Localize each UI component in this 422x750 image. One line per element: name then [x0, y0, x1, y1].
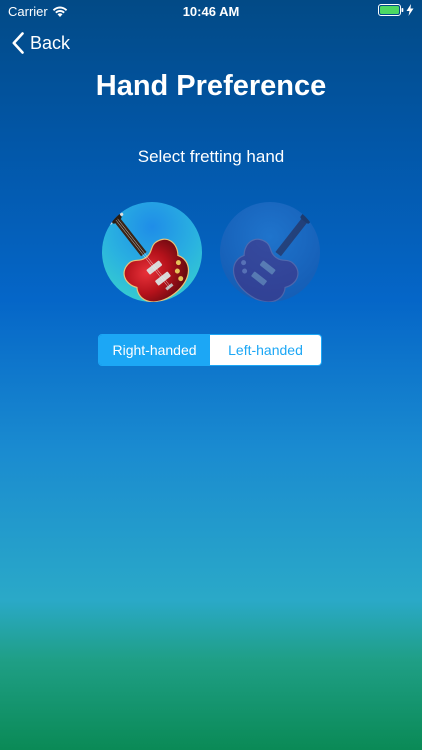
- battery-icon: [378, 4, 404, 16]
- battery-group: [378, 4, 414, 16]
- segment-left-handed[interactable]: Left-handed: [210, 335, 321, 365]
- back-button[interactable]: Back: [12, 32, 70, 54]
- right-handed-guitar-icon: [105, 208, 190, 302]
- chevron-left-icon: [12, 32, 24, 54]
- segment-right-handed[interactable]: Right-handed: [99, 335, 210, 365]
- page-subtitle: Select fretting hand: [137, 147, 285, 166]
- status-time: 10:46 AM: [182, 4, 240, 19]
- hand-segmented-control: Right-handed Left-handed: [98, 334, 322, 366]
- left-handed-guitar-icon: [232, 208, 315, 302]
- bolt-icon: [406, 4, 414, 16]
- right-handed-option[interactable]: [102, 202, 202, 302]
- page-title: Hand Preference: [95, 70, 327, 102]
- status-bar: Carrier 10:46 AM: [0, 0, 422, 22]
- back-label: Back: [30, 32, 71, 53]
- left-handed-option[interactable]: [220, 202, 320, 302]
